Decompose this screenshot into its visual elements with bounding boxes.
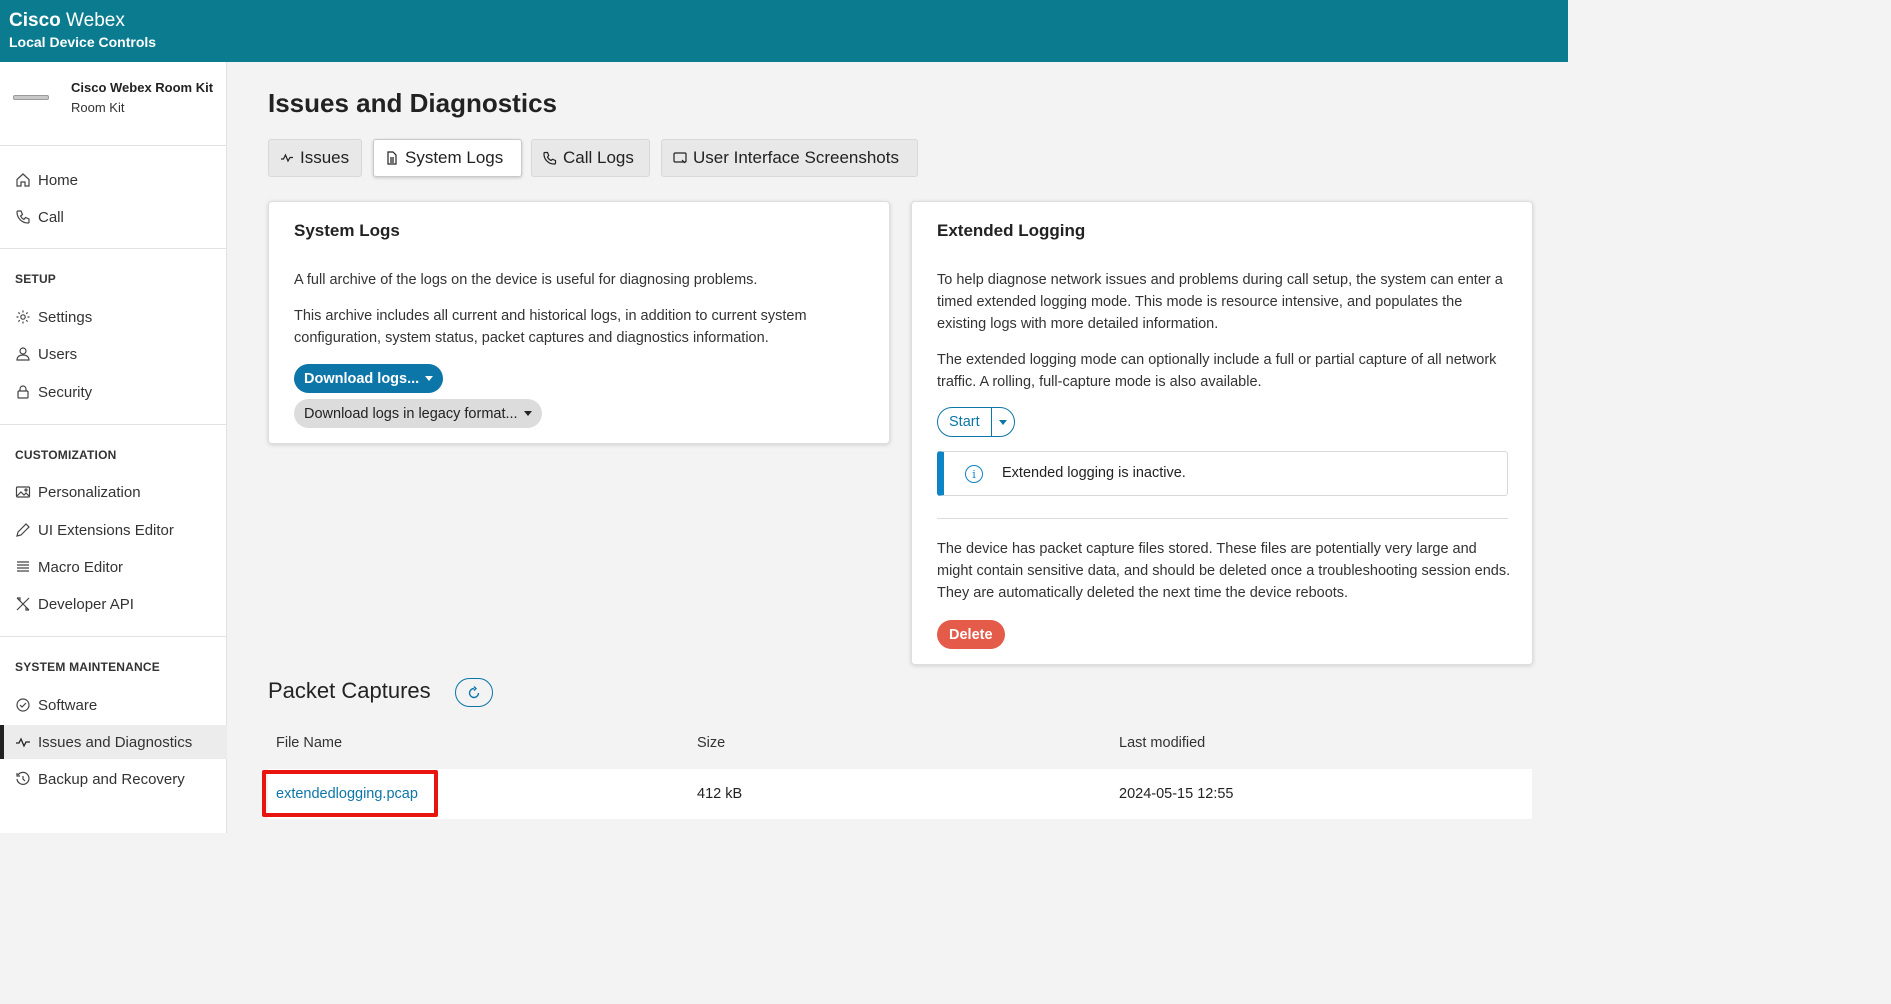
start-split-button: Start — [937, 407, 1015, 437]
sidebar-item-ui-extensions[interactable]: UI Extensions Editor — [0, 513, 227, 547]
start-button[interactable]: Start — [938, 408, 992, 436]
refresh-icon — [468, 685, 480, 698]
app-subtitle: Local Device Controls — [9, 34, 157, 50]
lines-icon — [14, 558, 32, 576]
sidebar-item-label: Macro Editor — [38, 558, 124, 576]
section-divider — [937, 518, 1508, 519]
lock-icon — [14, 383, 32, 401]
extended-logging-card: Extended Logging To help diagnose networ… — [911, 201, 1533, 665]
sidebar-item-call[interactable]: Call — [0, 200, 227, 234]
sidebar-item-settings[interactable]: Settings — [0, 300, 227, 334]
delete-button[interactable]: Delete — [937, 620, 1005, 649]
extended-logging-title: Extended Logging — [937, 221, 1086, 240]
extended-logging-status-alert: i Extended logging is inactive. — [937, 451, 1508, 496]
device-image — [13, 95, 49, 100]
column-header-file-name: File Name — [276, 735, 343, 751]
tab-label: Issues — [300, 148, 350, 167]
status-message: Extended logging is inactive. — [1002, 465, 1186, 481]
table-row: extendedlogging.pcap 412 kB 2024-05-15 1… — [268, 769, 1532, 819]
image-icon — [14, 483, 32, 501]
system-logs-description: A full archive of the logs on the device… — [294, 272, 758, 288]
tab-system-logs[interactable]: System Logs — [373, 139, 522, 177]
device-name: Cisco Webex Room Kit — [71, 80, 214, 95]
sidebar-divider — [0, 424, 227, 425]
sidebar-item-label: Software — [38, 696, 98, 714]
pulse-icon — [14, 733, 32, 751]
download-logs-button[interactable]: Download logs... — [294, 364, 444, 393]
phone-icon — [543, 151, 557, 165]
info-icon: i — [965, 465, 983, 483]
system-logs-title: System Logs — [294, 221, 400, 240]
sidebar-item-label: Backup and Recovery — [38, 770, 185, 788]
system-logs-archive-info: This archive includes all current and hi… — [294, 308, 807, 346]
tab-label: User Interface Screenshots — [693, 148, 899, 167]
sidebar-item-label: Issues and Diagnostics — [38, 733, 193, 751]
sidebar-item-label: Home — [38, 171, 79, 189]
home-icon — [14, 171, 32, 189]
button-label: Download logs in legacy format... — [304, 405, 518, 422]
start-options-dropdown[interactable] — [992, 408, 1014, 436]
top-bar: Cisco Webex Local Device Controls — [0, 0, 1568, 62]
sidebar-section-customization: CUSTOMIZATION — [15, 448, 117, 462]
sidebar-section-setup: SETUP — [15, 272, 57, 286]
refresh-button[interactable] — [455, 678, 493, 707]
sidebar-divider — [0, 636, 227, 637]
packet-captures-title: Packet Captures — [268, 678, 431, 703]
chevron-down-icon — [425, 376, 434, 381]
column-header-size: Size — [697, 735, 726, 751]
tab-label: System Logs — [405, 148, 504, 167]
sidebar-item-label: Users — [38, 345, 78, 363]
sidebar-divider — [0, 248, 227, 249]
gear-icon — [14, 308, 32, 326]
device-model: Room Kit — [71, 100, 125, 115]
tools-icon — [14, 595, 32, 613]
sidebar-item-issues-diagnostics[interactable]: Issues and Diagnostics — [0, 725, 227, 759]
tab-call-logs[interactable]: Call Logs — [531, 139, 650, 177]
sidebar-item-label: Call — [38, 208, 64, 226]
pencil-icon — [14, 521, 32, 539]
sidebar-item-security[interactable]: Security — [0, 375, 227, 409]
extended-logging-description: To help diagnose network issues and prob… — [937, 272, 1503, 332]
screenshot-icon — [673, 152, 687, 164]
file-modified: 2024-05-15 12:55 — [1119, 786, 1234, 802]
file-link[interactable]: extendedlogging.pcap — [276, 786, 418, 802]
packet-capture-warning: The device has packet capture files stor… — [937, 541, 1511, 601]
sidebar-section-maintenance: SYSTEM MAINTENANCE — [15, 660, 160, 674]
sidebar-item-label: Security — [38, 383, 93, 401]
tab-issues[interactable]: Issues — [268, 139, 362, 177]
page-title: Issues and Diagnostics — [268, 88, 557, 118]
sidebar-item-users[interactable]: Users — [0, 337, 227, 371]
button-label: Download logs... — [304, 370, 420, 387]
sidebar-item-developer-api[interactable]: Developer API — [0, 587, 227, 621]
chevron-down-icon — [998, 419, 1007, 425]
sidebar-item-backup-recovery[interactable]: Backup and Recovery — [0, 762, 227, 796]
sidebar-item-label: UI Extensions Editor — [38, 521, 174, 539]
sidebar-item-label: Settings — [38, 308, 93, 326]
brand-logo: Cisco Webex — [9, 10, 125, 31]
tab-label: Call Logs — [563, 148, 634, 167]
sidebar-item-software[interactable]: Software — [0, 688, 227, 722]
column-header-last-modified: Last modified — [1119, 735, 1206, 751]
main-content: Issues and Diagnostics Issues System Log… — [228, 62, 1568, 833]
device-info: Cisco Webex Room Kit Room Kit — [0, 62, 227, 146]
phone-icon — [14, 208, 32, 226]
pulse-icon — [281, 153, 293, 163]
chevron-down-icon — [523, 411, 532, 416]
user-icon — [14, 345, 32, 363]
sidebar: Cisco Webex Room Kit Room Kit Home Call … — [0, 62, 227, 833]
sidebar-item-personalization[interactable]: Personalization — [0, 475, 227, 509]
sidebar-item-macro-editor[interactable]: Macro Editor — [0, 550, 227, 584]
sidebar-item-home[interactable]: Home — [0, 163, 227, 197]
system-logs-card: System Logs A full archive of the logs o… — [268, 201, 890, 444]
check-circle-icon — [14, 696, 32, 714]
sidebar-item-label: Developer API — [38, 595, 134, 613]
sidebar-item-label: Personalization — [38, 483, 141, 501]
history-icon — [14, 770, 32, 788]
extended-logging-capture-info: The extended logging mode can optionally… — [937, 352, 1497, 390]
file-size: 412 kB — [697, 786, 743, 802]
document-icon — [387, 151, 397, 165]
tab-ui-screenshots[interactable]: User Interface Screenshots — [661, 139, 918, 177]
download-legacy-logs-button[interactable]: Download logs in legacy format... — [294, 399, 542, 428]
